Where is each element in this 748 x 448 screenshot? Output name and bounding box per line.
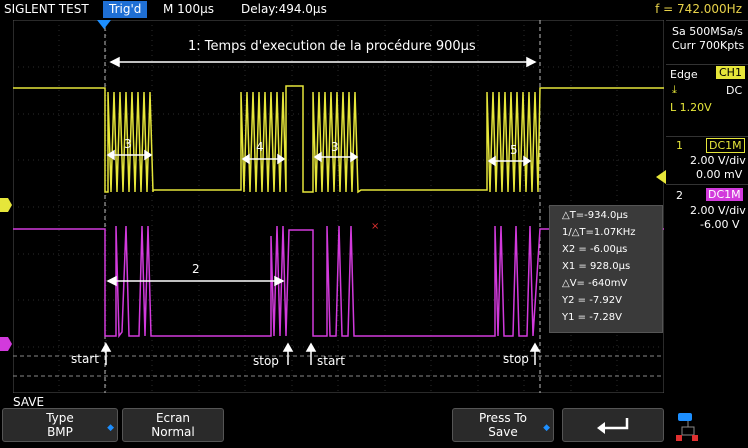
- meas-x1: X1 = 928.0µs: [562, 261, 631, 272]
- annotation-4: 4: [256, 140, 264, 154]
- back-softkey[interactable]: [562, 408, 664, 442]
- type-value: BMP: [47, 425, 73, 439]
- annotation-3a: 3: [124, 137, 132, 151]
- ch1-offset: 0.00 mV: [696, 168, 743, 181]
- delay-readout: Delay:494.0µs: [241, 2, 327, 16]
- annotation-5: 5: [510, 143, 518, 157]
- trigger-type: Edge: [670, 68, 698, 81]
- press-label: Press To: [478, 411, 528, 425]
- label-start-1: start: [71, 352, 99, 366]
- label-stop-1: stop: [253, 354, 279, 368]
- annotation-3b: 3: [331, 140, 339, 154]
- screen-label: Ecran: [155, 411, 191, 425]
- press-value: Save: [488, 425, 518, 439]
- rising-edge-icon: ⤓: [672, 83, 677, 96]
- trigger-level: L 1.20V: [670, 101, 712, 114]
- trigger-box[interactable]: Edge CH1 ⤓ DC L 1.20V: [666, 64, 748, 137]
- ch1-box[interactable]: 1 DC1M 2.00 V/div 0.00 mV: [666, 136, 748, 185]
- memory-depth: Curr 700Kpts: [672, 39, 745, 52]
- menu-title: SAVE: [13, 395, 45, 409]
- ch1-marker-icon: [0, 198, 12, 212]
- trigger-position-icon: [97, 20, 111, 29]
- select-arrow-icon: ◆: [107, 423, 114, 433]
- ch2-number: 2: [676, 189, 683, 202]
- status-bar: SIGLENT TEST Trig'd M 100µs Delay:494.0µ…: [0, 0, 748, 20]
- label-start-2: start: [317, 354, 345, 368]
- sample-rate: Sa 500MSa/s: [672, 25, 743, 38]
- meas-inv-delta-t: 1/△T=1.07KHz: [562, 227, 636, 238]
- meas-delta-t: △T=-934.0µs: [562, 210, 628, 221]
- meas-y2: Y2 = -7.92V: [562, 295, 622, 306]
- ch1-coupling: DC1M: [706, 138, 745, 153]
- screen-value: Normal: [151, 425, 195, 439]
- frequency-readout: f = 742.000Hz: [655, 2, 742, 16]
- acquisition-box: Sa 500MSa/s Curr 700Kpts: [666, 20, 748, 65]
- trigger-source: CH1: [716, 66, 745, 79]
- ch2-box[interactable]: 2 DC1M 2.00 V/div -6.00 V: [666, 184, 748, 235]
- right-info-panel: Sa 500MSa/s Curr 700Kpts Edge CH1 ⤓ DC L…: [666, 20, 748, 393]
- timebase-readout: M 100µs: [163, 2, 214, 16]
- softkey-menu: SAVE Type BMP ◆ Ecran Normal Press To Sa…: [0, 393, 748, 448]
- channel-markers: [0, 198, 12, 351]
- trigger-coupling: DC: [726, 84, 743, 97]
- select-arrow-icon: ◆: [543, 423, 550, 433]
- center-marker: ×: [371, 221, 379, 232]
- meas-delta-v: △V= -640mV: [562, 278, 628, 289]
- press-to-save-softkey[interactable]: Press To Save ◆: [452, 408, 554, 442]
- screen-softkey[interactable]: Ecran Normal: [122, 408, 224, 442]
- meas-y1: Y1 = -7.28V: [562, 312, 622, 323]
- trigger-level-icon: [656, 170, 666, 184]
- label-stop-2: stop: [503, 352, 529, 366]
- ch2-marker-icon: [0, 337, 12, 351]
- return-arrow-icon: [597, 418, 629, 434]
- brand-label: SIGLENT TEST: [4, 2, 89, 16]
- network-usb-icon: [676, 413, 698, 441]
- annotation-2: 2: [192, 262, 200, 276]
- type-softkey[interactable]: Type BMP ◆: [2, 408, 118, 442]
- annotation-title: 1: Temps d'execution de la procédure 900…: [188, 39, 476, 54]
- trigger-status-badge: Trig'd: [103, 1, 148, 18]
- meas-x2: X2 = -6.00µs: [562, 244, 628, 255]
- ch2-offset: -6.00 V: [700, 218, 740, 231]
- type-label: Type: [46, 411, 74, 425]
- ch1-scale: 2.00 V/div: [690, 154, 746, 167]
- ch1-number: 1: [676, 139, 683, 152]
- cursor-measurement-panel: △T=-934.0µs 1/△T=1.07KHz X2 = -6.00µs X1…: [549, 205, 663, 333]
- ch2-coupling: DC1M: [706, 188, 743, 201]
- ch2-scale: 2.00 V/div: [690, 204, 746, 217]
